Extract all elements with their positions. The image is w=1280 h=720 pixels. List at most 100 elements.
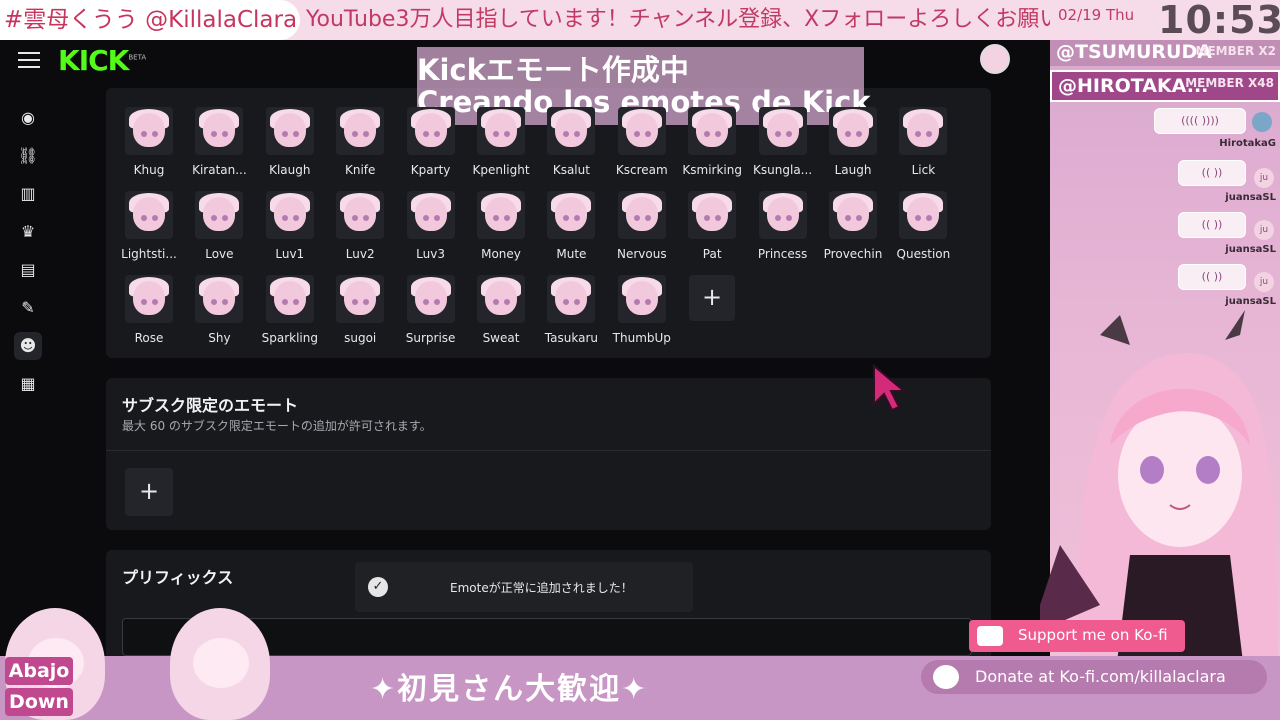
emote-name: Luv1: [275, 247, 305, 261]
emote-thumbnail: [195, 191, 244, 239]
emote-name: Luv3: [416, 247, 445, 261]
emote-item[interactable]: Kpenlight: [466, 107, 536, 177]
emote-thumbnail: [758, 191, 807, 239]
emote-name: Kparty: [410, 163, 451, 177]
emote-item[interactable]: Kscream: [607, 107, 677, 177]
emote-thumbnail: [406, 191, 455, 239]
emote-item[interactable]: Princess: [748, 191, 818, 261]
emote-item[interactable]: Nervous: [607, 191, 677, 261]
user-avatar: ju: [1254, 168, 1274, 188]
emote-item[interactable]: Sweat: [466, 275, 536, 345]
emote-item[interactable]: Money: [466, 191, 536, 261]
chat-bubble: (( )): [1178, 212, 1246, 238]
link-icon[interactable]: ⛓: [14, 142, 42, 170]
emote-item[interactable]: Ksungla...: [748, 107, 818, 177]
emote-item[interactable]: Khug: [114, 107, 184, 177]
emote-thumbnail: [477, 275, 525, 323]
add-subscriber-emote-button[interactable]: +: [125, 468, 173, 516]
users-icon[interactable]: ☻: [14, 332, 42, 360]
emote-item[interactable]: Lick: [888, 107, 958, 177]
emote-item[interactable]: Pat: [677, 191, 747, 261]
kofi-cup-icon: [977, 626, 1003, 646]
emote-item[interactable]: Knife: [325, 107, 395, 177]
emote-name: Kiratan...: [192, 163, 247, 177]
emote-name: Shy: [208, 331, 231, 345]
emote-item[interactable]: Kparty: [396, 107, 466, 177]
chat-bubble: (( )): [1178, 160, 1246, 186]
emote-item[interactable]: Luv3: [396, 191, 466, 261]
emote-thumbnail: [336, 275, 385, 323]
emote-thumbnail: [406, 107, 455, 155]
emote-name: Lightsti...: [121, 247, 177, 261]
emote-name: Mute: [556, 247, 587, 261]
clock-time: 10:53: [1158, 0, 1280, 42]
check-icon: ✓: [368, 577, 388, 597]
emote-thumbnail: [336, 107, 385, 155]
broadcast-icon[interactable]: ◉: [14, 104, 42, 132]
chat-message: (( )) ju juansaSL: [1050, 212, 1280, 262]
chat-username: juansaSL: [1225, 192, 1276, 203]
emote-item[interactable]: Provechin: [818, 191, 888, 261]
emote-item[interactable]: Shy: [184, 275, 254, 345]
chat-bubble: (((( )))): [1154, 108, 1246, 134]
chibi-avatar-right: [165, 598, 275, 720]
emote-name: Ksalut: [552, 163, 590, 177]
user-avatar: ju: [1254, 272, 1274, 292]
mouse-cursor-icon: [873, 364, 907, 412]
kofi-support-button[interactable]: Support me on Ko-fi: [969, 620, 1185, 652]
emote-item[interactable]: Kiratan...: [184, 107, 254, 177]
user-avatar[interactable]: [980, 44, 1010, 74]
emote-item[interactable]: Surprise: [396, 275, 466, 345]
kofi-support-text: Support me on Ko-fi: [1018, 626, 1168, 644]
emote-item[interactable]: Mute: [536, 191, 606, 261]
emote-thumbnail: [899, 107, 948, 155]
cake-icon[interactable]: ▦: [14, 370, 42, 398]
emote-item[interactable]: ThumbUp: [607, 275, 677, 345]
wrench-icon[interactable]: ✎: [14, 294, 42, 322]
kick-logo[interactable]: KICKBETA: [58, 44, 146, 77]
divider: [106, 450, 991, 451]
emote-item[interactable]: Luv1: [255, 191, 325, 261]
emote-thumbnail: [547, 191, 596, 239]
ticker-text: YouTube3万人目指しています！チャンネル登録、Xフォローよろしくお願いしま…: [306, 7, 1050, 32]
emote-thumbnail: [125, 107, 173, 155]
emote-name: Ksmirking: [682, 163, 742, 177]
emote-item[interactable]: sugoi: [325, 275, 395, 345]
kofi-donate-banner[interactable]: Donate at Ko-fi.com/killalaclara: [921, 660, 1267, 694]
emote-item[interactable]: Klaugh: [255, 107, 325, 177]
emote-thumbnail: [617, 107, 666, 155]
emote-item[interactable]: Ksmirking: [677, 107, 747, 177]
emote-thumbnail: [688, 107, 737, 155]
emote-name: Kpenlight: [472, 163, 530, 177]
emote-name: Sweat: [482, 331, 520, 345]
success-toast: ✓ Emoteが正常に追加されました！: [355, 562, 693, 612]
emote-item[interactable]: Rose: [114, 275, 184, 345]
chat-bubble: (( )): [1178, 264, 1246, 290]
emote-thumbnail: [336, 191, 385, 239]
trophy-icon[interactable]: ♛: [14, 218, 42, 246]
member-alert: @HIROTAKA... MEMBER X48: [1050, 70, 1280, 102]
emote-item[interactable]: Love: [184, 191, 254, 261]
emote-item[interactable]: Lightsti...: [114, 191, 184, 261]
emote-thumbnail: [265, 191, 314, 239]
emote-thumbnail: [406, 275, 455, 323]
menu-icon[interactable]: [18, 52, 40, 68]
emote-item[interactable]: Luv2: [325, 191, 395, 261]
emote-item[interactable]: Tasukaru: [536, 275, 606, 345]
emote-thumbnail: [899, 191, 948, 239]
chart-icon[interactable]: ▥: [14, 180, 42, 208]
clock-widget: 02/19 Thu 10:53: [1050, 0, 1280, 42]
chat-message: (( )) ju juansaSL: [1050, 160, 1280, 210]
video-icon[interactable]: ▤: [14, 256, 42, 284]
emote-item[interactable]: Question: [888, 191, 958, 261]
emote-item[interactable]: Ksalut: [536, 107, 606, 177]
emote-thumbnail: [265, 275, 314, 323]
emote-item[interactable]: Laugh: [818, 107, 888, 177]
emote-name: ThumbUp: [612, 331, 671, 345]
emote-name: Luv2: [345, 247, 375, 261]
emote-thumbnail: [125, 191, 173, 239]
emote-item[interactable]: Sparkling: [255, 275, 325, 345]
emote-thumbnail: [265, 107, 314, 155]
emote-thumbnail: [195, 107, 244, 155]
add-emote-button[interactable]: +: [689, 275, 735, 321]
